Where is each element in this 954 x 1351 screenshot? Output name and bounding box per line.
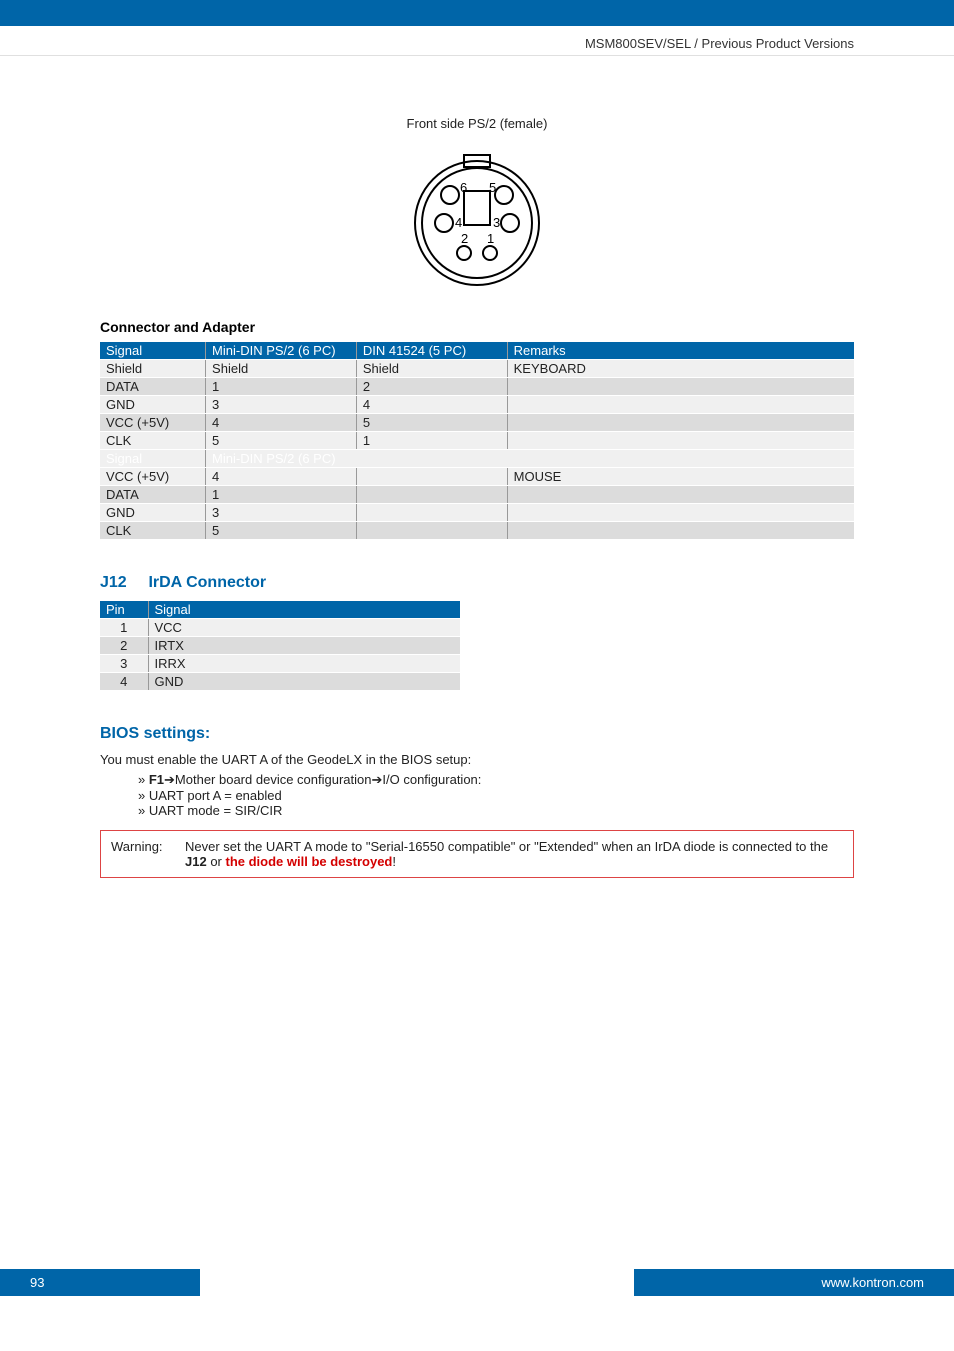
table-cell: MOUSE (507, 468, 854, 486)
table-cell: VCC (+5V) (100, 468, 206, 486)
table-cell: 4 (100, 673, 148, 691)
table-cell: 3 (100, 655, 148, 673)
table-cell (356, 468, 507, 486)
table-cell: IRRX (148, 655, 460, 673)
table-cell: 3 (206, 396, 357, 414)
col-din41524: DIN 41524 (5 PC) (356, 342, 507, 360)
figure-caption: Front side PS/2 (female) (100, 116, 854, 131)
irda-table: Pin Signal 1VCC2IRTX3IRRX4GND (100, 600, 460, 691)
subhead-minidin: Mini-DIN PS/2 (6 PC) (206, 450, 854, 468)
footer-url: www.kontron.com (634, 1269, 954, 1296)
table-row: GND3 (100, 504, 854, 522)
table-cell: GND (148, 673, 460, 691)
table-cell: 2 (356, 378, 507, 396)
footer: 93 www.kontron.com (0, 1269, 954, 1296)
table-cell: GND (100, 396, 206, 414)
table-cell: 5 (356, 414, 507, 432)
bios-step-3: UART mode = SIR/CIR (138, 803, 854, 818)
page-body: Front side PS/2 (female) 6 5 4 3 2 1 Con… (0, 56, 954, 1296)
irda-heading: J12 IrDA Connector (100, 574, 854, 592)
table-cell: 1 (206, 378, 357, 396)
table-cell: VCC (148, 619, 460, 637)
table-cell: Shield (206, 360, 357, 378)
irda-title: IrDA Connector (148, 574, 266, 591)
subhead-signal: Signal (100, 450, 206, 468)
breadcrumb: MSM800SEV/SEL / Previous Product Version… (0, 26, 954, 56)
svg-text:3: 3 (493, 215, 500, 230)
irda-col-signal: Signal (148, 601, 460, 619)
table-cell: VCC (+5V) (100, 414, 206, 432)
table-row: DATA1 (100, 486, 854, 504)
table-cell (356, 504, 507, 522)
table-cell: 1 (206, 486, 357, 504)
table-cell: 5 (206, 432, 357, 450)
table-cell: 4 (206, 468, 357, 486)
table-cell (507, 432, 854, 450)
table-cell (507, 522, 854, 540)
table-cell (507, 504, 854, 522)
table-cell: DATA (100, 486, 206, 504)
table-cell: IRTX (148, 637, 460, 655)
svg-text:4: 4 (455, 215, 462, 230)
connector-adapter-heading: Connector and Adapter (100, 319, 854, 335)
table-cell: 1 (356, 432, 507, 450)
ps2-connector-diagram: 6 5 4 3 2 1 (392, 145, 562, 295)
table-row: DATA12 (100, 378, 854, 396)
table-row: 2IRTX (100, 637, 460, 655)
table-cell: 3 (206, 504, 357, 522)
table-cell: Shield (356, 360, 507, 378)
col-minidin: Mini-DIN PS/2 (6 PC) (206, 342, 357, 360)
table-cell (356, 522, 507, 540)
table-row: ShieldShieldShieldKEYBOARD (100, 360, 854, 378)
warning-text: Never set the UART A mode to "Serial-165… (185, 839, 843, 869)
col-remarks: Remarks (507, 342, 854, 360)
table-cell (507, 414, 854, 432)
warning-box: Warning: Never set the UART A mode to "S… (100, 830, 854, 878)
top-bar (0, 0, 954, 26)
warning-label: Warning: (111, 839, 171, 869)
table-row: VCC (+5V)45 (100, 414, 854, 432)
table-cell: Shield (100, 360, 206, 378)
bios-intro: You must enable the UART A of the GeodeL… (100, 751, 854, 770)
table-row: GND34 (100, 396, 854, 414)
table-cell: DATA (100, 378, 206, 396)
table-row: 4GND (100, 673, 460, 691)
bios-heading: BIOS settings: (100, 725, 854, 743)
svg-text:6: 6 (460, 180, 467, 195)
svg-text:2: 2 (461, 231, 468, 246)
bios-step-2: UART port A = enabled (138, 788, 854, 803)
irda-col-pin: Pin (100, 601, 148, 619)
svg-text:1: 1 (487, 231, 494, 246)
table-cell: 5 (206, 522, 357, 540)
page-number: 93 (0, 1269, 200, 1296)
svg-text:5: 5 (489, 180, 496, 195)
table-row: 3IRRX (100, 655, 460, 673)
table-row: CLK5 (100, 522, 854, 540)
table-cell (356, 486, 507, 504)
table-cell: GND (100, 504, 206, 522)
bios-list: F1➔Mother board device configuration➔I/O… (138, 772, 854, 818)
table-cell: 4 (206, 414, 357, 432)
table-cell: CLK (100, 432, 206, 450)
table-cell (507, 378, 854, 396)
table-cell (507, 486, 854, 504)
table-row: CLK51 (100, 432, 854, 450)
table-cell: 4 (356, 396, 507, 414)
table-cell (507, 396, 854, 414)
table-cell: KEYBOARD (507, 360, 854, 378)
connector-adapter-table: Signal Mini-DIN PS/2 (6 PC) DIN 41524 (5… (100, 341, 854, 540)
table-cell: CLK (100, 522, 206, 540)
irda-label: J12 (100, 574, 144, 592)
table-row: VCC (+5V)4 MOUSE (100, 468, 854, 486)
table-row: 1VCC (100, 619, 460, 637)
table-cell: 2 (100, 637, 148, 655)
table-cell: 1 (100, 619, 148, 637)
col-signal: Signal (100, 342, 206, 360)
bios-step-1: F1➔Mother board device configuration➔I/O… (138, 772, 854, 788)
